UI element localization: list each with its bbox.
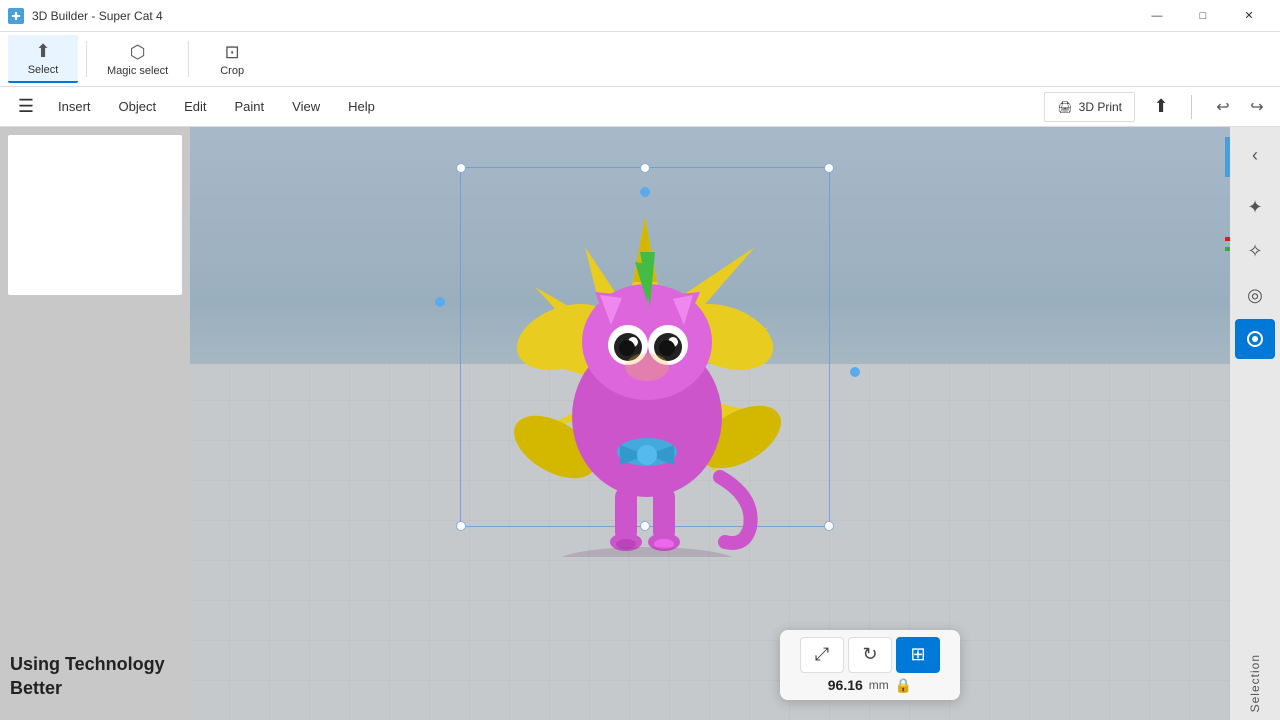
close-button[interactable]: ✕	[1226, 0, 1272, 32]
menu-view[interactable]: View	[278, 87, 334, 127]
undo-button[interactable]: ↩	[1208, 92, 1238, 122]
rotate-tool-button[interactable]: ↻	[848, 637, 892, 673]
scale-icon: ⊞	[910, 644, 925, 665]
cat-model[interactable]	[465, 177, 825, 567]
crop-button[interactable]: ⊡ Crop	[197, 35, 267, 83]
left-panel-inner: Using Technology Better	[0, 127, 190, 720]
undo-redo-group: ↩ ↪	[1208, 92, 1272, 122]
accent-bars	[1225, 127, 1230, 720]
magic-select-button[interactable]: ⬡ Magic select	[95, 35, 180, 83]
menu-right: 🖨 3D Print ⬆ ↩ ↪	[1044, 89, 1272, 125]
app-title: 3D Builder - Super Cat 4	[32, 9, 163, 23]
scale-tool-button[interactable]: ⊞	[896, 637, 940, 673]
toolbar-sep-1	[86, 41, 87, 77]
3d-print-icon: 🖨	[1057, 100, 1072, 114]
blue-dot-left	[435, 297, 445, 307]
toolbar: ⬆ Select ⬡ Magic select ⊡ Crop	[0, 32, 1280, 87]
bottom-toolbar: ⤢ ↻ ⊞ 96.16 mm 🔒	[780, 630, 960, 700]
tool-circle-button[interactable]: ◎	[1235, 275, 1275, 315]
magic-select-icon: ⬡	[130, 42, 146, 63]
menu-insert[interactable]: Insert	[44, 87, 105, 127]
left-bottom-text: Using Technology Better	[10, 653, 190, 700]
measure-value: 96.16	[828, 677, 863, 693]
handle-top-right[interactable]	[824, 163, 834, 173]
tool-selection-button[interactable]	[1235, 319, 1275, 359]
handle-top-mid[interactable]	[640, 163, 650, 173]
tool-sparkle2-button[interactable]: ✧	[1235, 231, 1275, 271]
hamburger-menu-button[interactable]: ☰	[8, 89, 44, 125]
right-sidebar: ‹ ✦ ✧ ◎ Selection	[1230, 127, 1280, 720]
maximize-button[interactable]: □	[1180, 0, 1226, 32]
title-bar-left: 3D Builder - Super Cat 4	[8, 8, 163, 24]
select-icon: ⬆	[35, 41, 50, 62]
menu-edit[interactable]: Edit	[170, 87, 220, 127]
handle-top-left[interactable]	[456, 163, 466, 173]
rotate-icon: ↻	[862, 644, 877, 665]
viewport[interactable]: ⤢ ↻ ⊞ 96.16 mm 🔒	[190, 127, 1230, 720]
toolbar-sep-2	[188, 41, 189, 77]
back-button[interactable]: ‹	[1235, 135, 1275, 175]
bottom-tools: ⤢ ↻ ⊞	[800, 637, 940, 673]
left-panel: Using Technology Better	[0, 127, 190, 720]
accent-blue	[1225, 137, 1230, 177]
accent-red	[1225, 237, 1230, 241]
measure-display: 96.16 mm 🔒	[828, 677, 912, 694]
menu-object[interactable]: Object	[105, 87, 171, 127]
move-icon: ⤢	[815, 644, 829, 665]
crop-icon: ⊡	[225, 42, 240, 63]
menu-paint[interactable]: Paint	[221, 87, 279, 127]
menu-divider	[1191, 95, 1192, 119]
menu-bar: ☰ Insert Object Edit Paint View Help 🖨 3…	[0, 87, 1280, 127]
title-bar: 3D Builder - Super Cat 4 — □ ✕	[0, 0, 1280, 32]
3d-print-button[interactable]: 🖨 3D Print	[1044, 92, 1135, 122]
share-button[interactable]: ⬆	[1143, 89, 1179, 125]
lock-icon[interactable]: 🔒	[895, 677, 912, 694]
blue-dot-right	[850, 367, 860, 377]
cat-svg	[485, 187, 805, 557]
menu-help[interactable]: Help	[334, 87, 389, 127]
window-controls: — □ ✕	[1134, 0, 1272, 32]
tool-sparkle-button[interactable]: ✦	[1235, 187, 1275, 227]
select-button[interactable]: ⬆ Select	[8, 35, 78, 83]
thumbnail-area	[8, 135, 182, 295]
app-icon	[8, 8, 24, 24]
selection-label: Selection	[1248, 646, 1262, 712]
measure-unit: mm	[869, 678, 889, 692]
redo-button[interactable]: ↪	[1242, 92, 1272, 122]
move-tool-button[interactable]: ⤢	[800, 637, 844, 673]
minimize-button[interactable]: —	[1134, 0, 1180, 32]
accent-green	[1225, 247, 1230, 251]
